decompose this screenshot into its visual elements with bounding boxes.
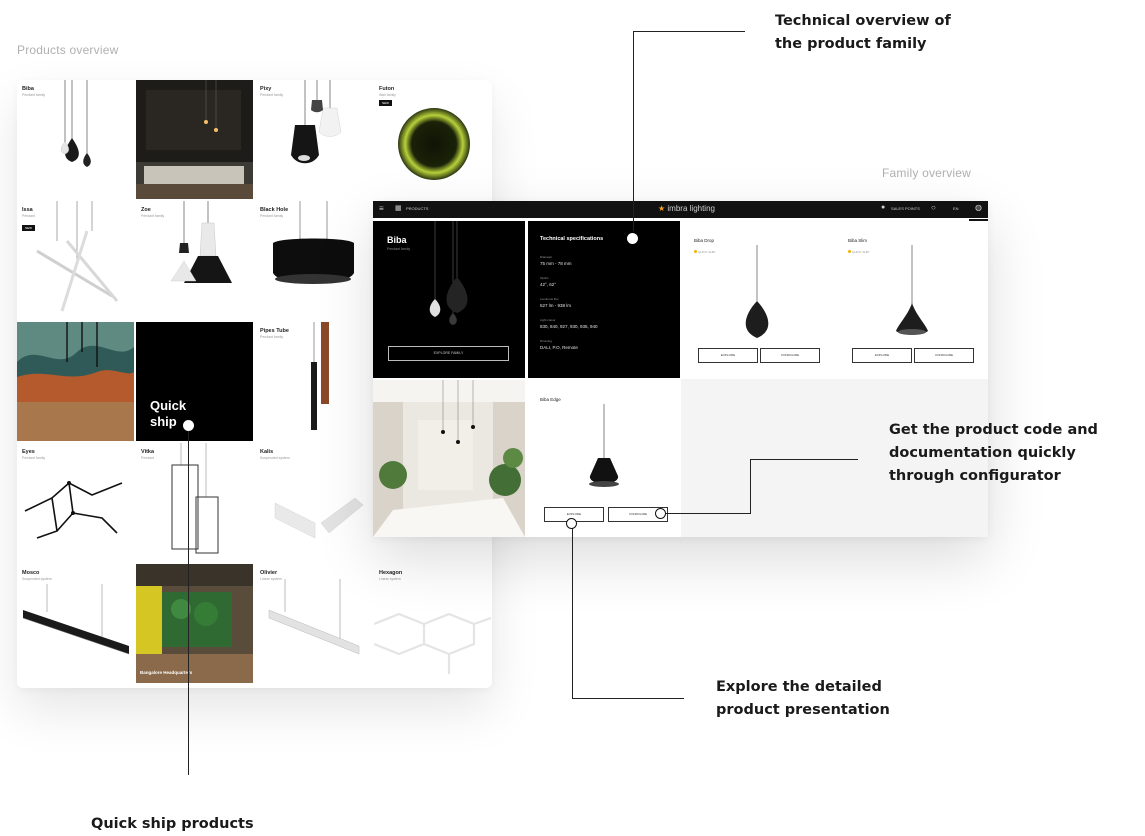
connector-line bbox=[188, 430, 189, 775]
pixy-pendant-illustration bbox=[291, 80, 342, 164]
connector-line bbox=[750, 459, 751, 514]
vitka-frame-illustration bbox=[171, 443, 219, 554]
product-tile-issa[interactable]: Issa Pendant NEW bbox=[17, 201, 134, 320]
image-tile-bangalore[interactable]: Bangalore Headquarters bbox=[136, 564, 253, 683]
spec-label: Diameter bbox=[540, 255, 553, 259]
connector-line bbox=[572, 528, 573, 698]
olivier-linear-illustration bbox=[268, 579, 360, 655]
product-tile-kalis[interactable]: Kalis Suspended system bbox=[255, 443, 372, 562]
product-tile-black-hole[interactable]: Black Hole Pendant family bbox=[255, 201, 372, 320]
grid-icon[interactable]: ▦ bbox=[395, 204, 402, 212]
configure-button[interactable]: CONFIGURE bbox=[760, 348, 820, 363]
top-navbar: ≡ ▦ PRODUCTS ★ imbra lighting ● SALES PO… bbox=[373, 201, 988, 218]
product-card-biba-drop: Biba Drop QUICK SHIP EXPLORE CONFIGURE bbox=[682, 221, 834, 378]
spec-value: 75 mm - 78 mm bbox=[540, 261, 572, 266]
connector-line bbox=[633, 31, 634, 231]
spec-value: 830, 840, 927, 930, 935, 940 bbox=[540, 324, 598, 329]
configure-button[interactable]: CONFIGURE bbox=[914, 348, 974, 363]
product-card-biba-slim: Biba Slim QUICK SHIP EXPLORE CONFIGURE bbox=[836, 221, 988, 378]
interior-photo[interactable] bbox=[373, 380, 525, 537]
image-tile-bedroom[interactable] bbox=[136, 80, 253, 199]
spec-label: Dimming bbox=[540, 339, 552, 343]
product-tile-zoe[interactable]: Zoe Pendant family bbox=[136, 201, 253, 320]
connector-line bbox=[750, 459, 858, 460]
quick-ship-note: Quick ship products bbox=[91, 816, 254, 832]
interior-photo-image bbox=[373, 380, 525, 537]
language-select[interactable]: EN bbox=[953, 206, 959, 211]
brand-logo[interactable]: ★ imbra lighting bbox=[658, 204, 715, 213]
spec-value: 527 lm - 938 lm bbox=[540, 303, 572, 308]
product-tile-biba[interactable]: Biba Pendant family bbox=[17, 80, 134, 199]
product-tile-hexagon[interactable]: Hexagon Linear system bbox=[374, 564, 491, 683]
explore-note: Explore the detailed product presentatio… bbox=[716, 679, 890, 718]
product-tile-olivier[interactable]: Olivier Linear system bbox=[255, 564, 372, 683]
spec-label: Luminous flux bbox=[540, 297, 559, 301]
spec-value: DALI, P.O, Remote bbox=[540, 345, 578, 350]
explore-family-button[interactable]: EXPLORE FAMILY bbox=[388, 346, 509, 361]
product-tile-pipes-tube[interactable]: Pipes Tube Pendant family bbox=[255, 322, 372, 441]
star-logo-icon: ★ bbox=[658, 204, 666, 213]
explore-button[interactable]: EXPLORE bbox=[852, 348, 912, 363]
quick-ship-label: Quick ship bbox=[150, 398, 187, 429]
connector-line bbox=[633, 31, 745, 32]
black-hole-pendant-illustration bbox=[273, 201, 354, 284]
technical-hotspot[interactable] bbox=[627, 233, 638, 244]
mosco-linear-illustration bbox=[22, 584, 130, 655]
family-overview-caption: Family overview bbox=[882, 166, 972, 180]
quick-ship-hotspot[interactable] bbox=[183, 420, 194, 431]
location-pin-icon[interactable]: ● bbox=[881, 204, 885, 211]
spec-value: 42°, 62° bbox=[540, 282, 557, 287]
spec-label: Light colour bbox=[540, 318, 556, 322]
issa-linear-illustration bbox=[36, 201, 119, 312]
zoe-pendant-illustration bbox=[170, 201, 232, 283]
pipes-tube-illustration bbox=[311, 322, 329, 430]
futon-wall-light-illustration bbox=[398, 108, 470, 180]
products-overview-caption: Products overview bbox=[17, 43, 119, 57]
product-tile-mosco[interactable]: Mosco Suspended system bbox=[17, 564, 134, 683]
product-tile-futon[interactable]: Futon Wall family NEW bbox=[374, 80, 491, 199]
hexagon-linear-illustration bbox=[374, 612, 491, 674]
mural-interior-photo bbox=[17, 322, 134, 441]
globe-icon[interactable]: ◍ bbox=[975, 203, 982, 212]
menu-icon[interactable]: ≡ bbox=[379, 204, 384, 213]
tech-spec-heading: Technical specifications bbox=[540, 236, 604, 242]
family-hero-tile: Biba Pendant family EXPLORE FAMILY bbox=[373, 221, 525, 378]
explore-hotspot[interactable] bbox=[566, 518, 577, 529]
kalis-linear-illustration bbox=[274, 497, 364, 539]
product-tile-pixy[interactable]: Pixy Pendant family bbox=[255, 80, 372, 199]
configurator-note: Get the product code and documentation q… bbox=[889, 422, 1098, 484]
bangalore-office-photo bbox=[136, 564, 253, 683]
biba-pendant-illustration bbox=[61, 80, 91, 167]
technical-specifications-panel: Technical specifications Diameter 75 mm … bbox=[528, 221, 680, 378]
image-tile-mural[interactable] bbox=[17, 322, 134, 441]
connector-line bbox=[666, 513, 750, 514]
search-icon[interactable]: ○ bbox=[931, 203, 936, 212]
nav-products-link[interactable]: PRODUCTS bbox=[406, 206, 428, 211]
image-caption: Bangalore Headquarters bbox=[140, 670, 193, 675]
sales-points-link[interactable]: SALES POINTS bbox=[891, 206, 920, 211]
technical-overview-note: Technical overview of the product family bbox=[775, 13, 951, 52]
bedroom-photo bbox=[136, 80, 253, 199]
eyes-pendant-illustration bbox=[24, 481, 123, 539]
product-tile-eyes[interactable]: Eyes Pendant family bbox=[17, 443, 134, 562]
explore-button[interactable]: EXPLORE bbox=[698, 348, 758, 363]
connector-line bbox=[572, 698, 684, 699]
brand-name: imbra lighting bbox=[667, 204, 715, 213]
product-tile-vitka[interactable]: Vitka Pendant bbox=[136, 443, 253, 562]
configurator-hotspot[interactable] bbox=[655, 508, 666, 519]
quick-ship-tile[interactable]: Quick ship bbox=[136, 322, 253, 441]
spec-label: Optics bbox=[540, 276, 549, 280]
